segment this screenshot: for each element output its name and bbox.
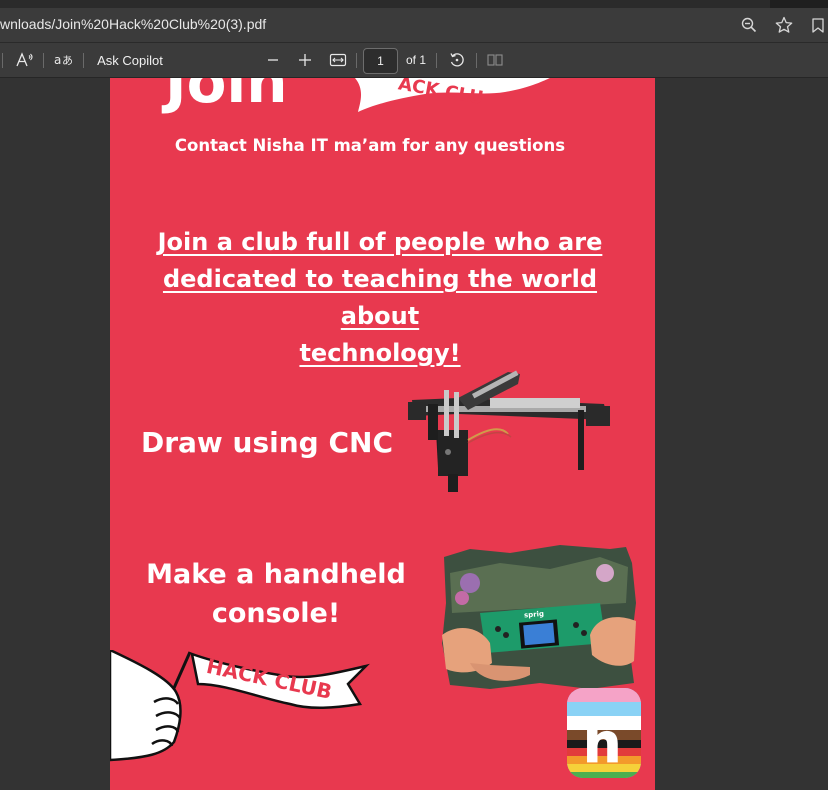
cnc-machine-image bbox=[408, 370, 610, 492]
handheld-console-image: sprig bbox=[442, 545, 636, 689]
hack-club-logo-top: Join ACK CLU bbox=[161, 78, 550, 116]
headline-line-2: dedicated to teaching the world about bbox=[162, 265, 598, 330]
fit-width-icon bbox=[329, 53, 347, 67]
address-bar[interactable]: wnloads/Join%20Hack%20Club%20(3).pdf bbox=[0, 8, 828, 43]
pdf-toolbar: a あ Ask Copilot 1 of 1 bbox=[0, 43, 828, 78]
toolbar-separator bbox=[356, 53, 357, 68]
toolbar-separator bbox=[476, 53, 477, 68]
svg-text:あ: あ bbox=[62, 54, 73, 67]
minus-icon bbox=[268, 59, 278, 61]
headline-line-1: Join a club full of people who are bbox=[157, 228, 603, 256]
rotate-icon bbox=[450, 53, 464, 67]
svg-text:a: a bbox=[54, 53, 61, 67]
ask-copilot-button[interactable]: Ask Copilot bbox=[96, 43, 164, 77]
toolbar-separator bbox=[436, 53, 437, 68]
zoom-in-button[interactable] bbox=[295, 43, 315, 77]
console-text: Make a handheld console! bbox=[140, 555, 412, 633]
toolbar-separator bbox=[83, 53, 84, 68]
toolbar-separator bbox=[43, 53, 44, 68]
favorite-star-icon[interactable] bbox=[775, 16, 793, 34]
rotate-button[interactable] bbox=[446, 43, 468, 77]
headline: Join a club full of people who are dedic… bbox=[120, 224, 640, 372]
toolbar-separator bbox=[2, 53, 3, 68]
contact-text: Contact Nisha IT ma’am for any questions bbox=[174, 136, 566, 155]
zoom-out-button[interactable] bbox=[263, 43, 283, 77]
page-total-label: of 1 bbox=[405, 53, 426, 67]
page-total: of 1 bbox=[402, 43, 430, 77]
bookmark-icon[interactable] bbox=[810, 16, 828, 34]
translate-icon[interactable]: a あ bbox=[52, 43, 74, 77]
console-text-line-1: Make a handheld bbox=[146, 559, 406, 590]
cnc-text: Draw using CNC bbox=[140, 426, 393, 459]
page-view-icon bbox=[487, 54, 503, 66]
window-top-strip bbox=[0, 0, 828, 8]
app-logo-letter: h bbox=[583, 712, 621, 775]
page-view-button[interactable] bbox=[486, 43, 504, 77]
hack-club-app-logo: h bbox=[567, 688, 641, 778]
pdf-page[interactable]: Join ACK CLU Contact Nisha IT ma’am for … bbox=[110, 78, 655, 790]
console-text-line-2: console! bbox=[211, 598, 341, 629]
tab-strip bbox=[0, 0, 770, 8]
page-number-input[interactable]: 1 bbox=[363, 48, 398, 74]
read-aloud-icon[interactable] bbox=[14, 43, 36, 77]
hack-club-flag-image: HACK CLUB bbox=[110, 650, 370, 762]
plus-icon bbox=[299, 54, 311, 66]
zoom-icon[interactable] bbox=[740, 16, 758, 34]
logo-text-join: Join bbox=[161, 78, 288, 116]
url-text[interactable]: wnloads/Join%20Hack%20Club%20(3).pdf bbox=[0, 16, 266, 32]
headline-line-3: technology! bbox=[299, 339, 461, 367]
fit-width-button[interactable] bbox=[327, 43, 349, 77]
ask-copilot-label: Ask Copilot bbox=[97, 52, 163, 68]
